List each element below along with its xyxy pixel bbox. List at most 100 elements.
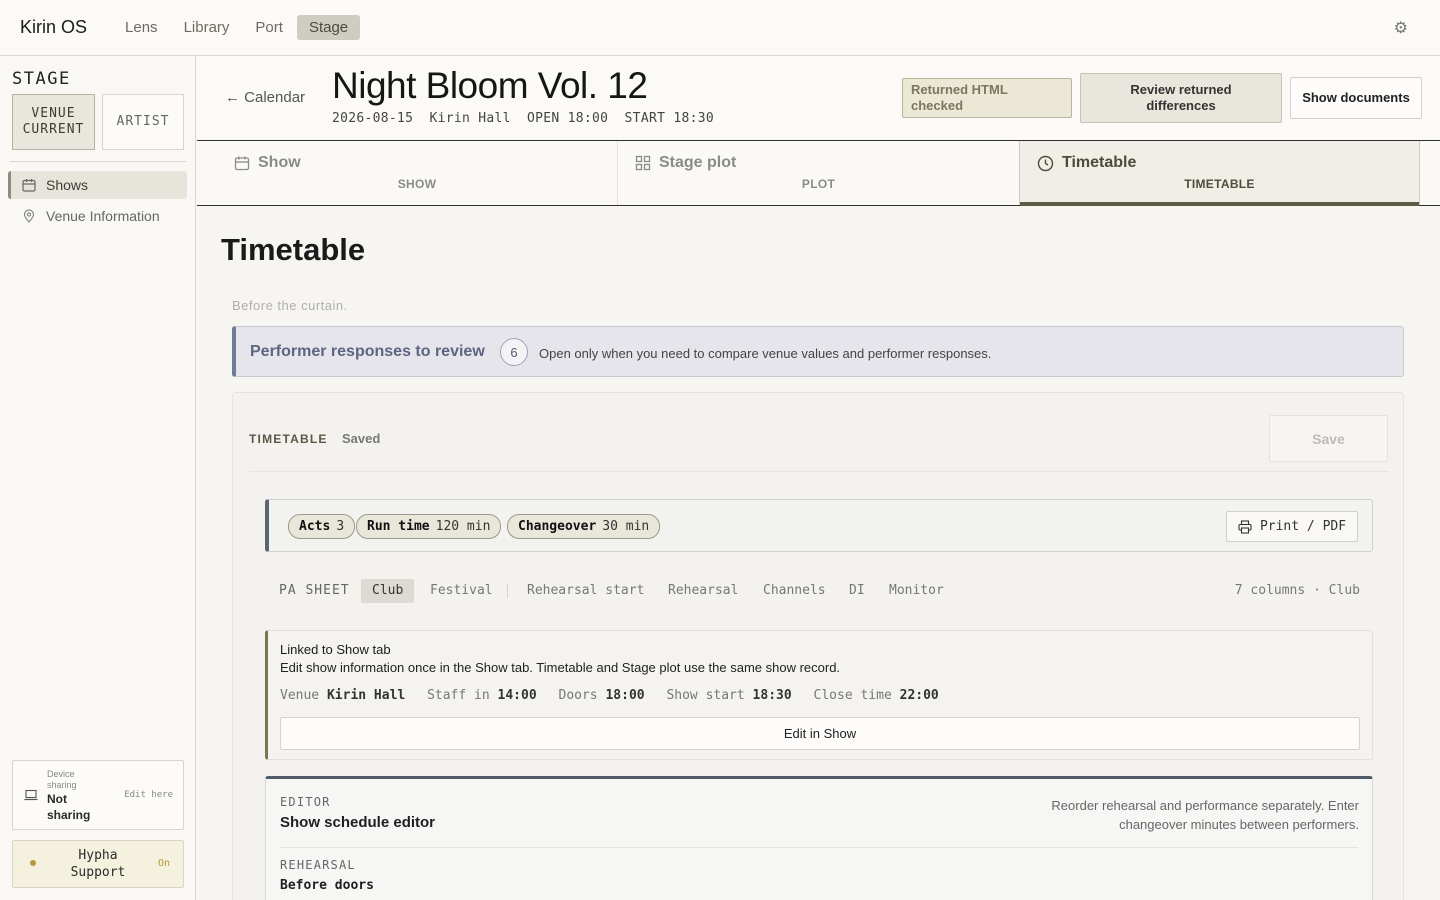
print-pdf-label: Print / PDF <box>1259 519 1347 534</box>
sidebar-divider <box>10 161 186 162</box>
sidebar-item-shows[interactable]: Shows <box>8 171 187 199</box>
show-meta: 2026-08-15 Kirin Hall OPEN 18:00 START 1… <box>332 111 714 126</box>
field-value: Kirin Hall <box>326 688 406 703</box>
calendar-icon <box>234 156 250 171</box>
run-time-chip: Run time 120 min <box>356 514 502 539</box>
field-value: 22:00 <box>899 688 939 703</box>
tab-timetable[interactable]: Timetable TIMETABLE <box>1019 141 1420 206</box>
editor-title: Show schedule editor <box>280 814 436 831</box>
device-sharing-panel[interactable]: Device sharing Not sharing Edit here <box>12 760 184 830</box>
timetable-stats-bar: Acts 3 Run time 120 min Changeover 30 min P… <box>265 499 1373 552</box>
chip-key: Acts <box>299 519 331 534</box>
field-value: 18:00 <box>605 688 645 703</box>
performer-responses-count: 6 <box>500 338 528 366</box>
sidebar-title: STAGE <box>12 69 71 89</box>
review-differences-label: Review returned differences <box>1130 82 1232 113</box>
changeover-chip: Changeover 30 min <box>507 514 661 539</box>
preset-festival[interactable]: Festival <box>430 579 493 603</box>
tab-sublabel: SHOW <box>397 177 437 191</box>
linked-title: Linked to Show tab <box>280 642 391 657</box>
back-to-calendar-link[interactable]: ← Calendar <box>225 89 305 106</box>
linked-show-card: Linked to Show tab Edit show information… <box>265 630 1373 760</box>
hypha-support-state: On <box>157 858 170 869</box>
field-key: Staff in <box>427 688 490 703</box>
returned-html-checked-badge[interactable]: Returned HTML checked <box>902 78 1072 118</box>
gear-icon[interactable]: ⚙ <box>1394 18 1408 38</box>
show-title: Night Bloom Vol. 12 <box>332 65 648 106</box>
show-header: ← Calendar Night Bloom Vol. 12 2026-08-1… <box>197 56 1440 141</box>
edit-in-show-button[interactable]: Edit in Show <box>280 717 1360 750</box>
panel-divider <box>249 471 1389 472</box>
editor-divider <box>280 847 1358 848</box>
tab-sublabel: PLOT <box>801 177 836 191</box>
nav-port[interactable]: Port <box>243 15 295 40</box>
laptop-icon <box>24 789 38 801</box>
pa-sheet-label: PA SHEET <box>279 583 350 598</box>
chip-key: Run time <box>367 519 430 534</box>
timetable-label: TIMETABLE <box>249 432 328 446</box>
sidebar-item-venue-information[interactable]: Venue Information <box>8 202 187 230</box>
sidebar-item-label: Shows <box>46 177 89 193</box>
rehearsal-title: Before doors <box>280 878 374 893</box>
chip-key: Changeover <box>518 519 597 534</box>
column-monitor[interactable]: Monitor <box>889 579 944 603</box>
save-button[interactable]: Save <box>1269 415 1388 462</box>
chip-value: 120 min <box>435 519 491 534</box>
calendar-icon <box>22 179 36 192</box>
status-dot <box>30 860 36 866</box>
editor-note: Reorder rehearsal and performance separa… <box>1051 798 1359 832</box>
linked-fields: Venue Kirin Hall Staff in 14:00 Doors 18… <box>280 688 953 703</box>
role-artist-button[interactable]: ARTIST <box>102 94 184 150</box>
review-differences-button[interactable]: Review returned differences <box>1080 73 1282 123</box>
field-key: Show start <box>666 688 745 703</box>
field-value: 14:00 <box>497 688 537 703</box>
editor-label: EDITOR <box>280 795 331 809</box>
chip-value: 30 min <box>602 519 650 534</box>
top-bar: Kirin OS Lens Library Port Stage ⚙ <box>0 0 1440 56</box>
performer-responses-title: Performer responses to review <box>250 343 485 360</box>
clock-icon <box>1037 155 1054 171</box>
tab-stage-plot[interactable]: Stage plot PLOT <box>618 141 1019 205</box>
preset-club[interactable]: Club <box>361 579 415 603</box>
role-venue-label: VENUE <box>31 106 76 121</box>
column-rehearsal-start[interactable]: Rehearsal start <box>527 579 644 603</box>
timetable-panel: TIMETABLE Saved Save Acts 3 Run time 120 m… <box>232 392 1404 900</box>
device-sharing-status: Not sharing <box>47 792 91 822</box>
column-rehearsal[interactable]: Rehearsal <box>668 579 738 603</box>
tab-sublabel: TIMETABLE <box>1184 177 1255 191</box>
hypha-support-label: Hypha Support <box>70 848 126 880</box>
app-brand[interactable]: Kirin OS <box>20 17 87 38</box>
section-tabs: Show SHOW Stage plot PLOT Timetable TIME… <box>197 141 1440 206</box>
role-venue-current: CURRENT <box>22 122 85 137</box>
field-key: Doors <box>558 688 598 703</box>
grid-icon <box>635 155 651 171</box>
performer-responses-banner[interactable]: Performer responses to review 6 Open onl… <box>232 326 1404 377</box>
field-key: Close time <box>813 688 892 703</box>
acts-chip: Acts 3 <box>288 514 356 539</box>
column-di[interactable]: DI <box>849 579 865 603</box>
nav-library[interactable]: Library <box>172 15 242 40</box>
show-documents-button[interactable]: Show documents <box>1290 77 1422 119</box>
nav-stage[interactable]: Stage <box>296 15 361 40</box>
print-pdf-button[interactable]: Print / PDF <box>1226 511 1358 542</box>
pa-summary: 7 columns · Club <box>1234 583 1360 598</box>
sidebar: STAGE VENUE CURRENT ARTIST Shows Venue I… <box>0 56 196 900</box>
hypha-support-toggle[interactable]: Hypha Support On <box>12 840 184 888</box>
tab-show[interactable]: Show SHOW <box>217 141 618 205</box>
field-key: Venue <box>280 688 320 703</box>
top-nav: Lens Library Port Stage <box>113 15 362 40</box>
device-edit-link[interactable]: Edit here <box>124 790 173 800</box>
save-status: Saved <box>342 431 381 446</box>
pa-sheet-row: PA SHEET Club Festival Rehearsal start R… <box>265 579 1373 603</box>
column-channels[interactable]: Channels <box>763 579 826 603</box>
section-caption: Before the curtain. <box>232 298 348 313</box>
chip-value: 3 <box>336 519 345 534</box>
schedule-editor: EDITOR Show schedule editor Reorder rehe… <box>265 776 1373 900</box>
role-venue-button[interactable]: VENUE CURRENT <box>12 94 95 150</box>
tab-label: Timetable <box>1062 154 1137 171</box>
device-sharing-label: Device sharing <box>47 769 77 790</box>
nav-lens[interactable]: Lens <box>113 15 170 40</box>
sidebar-item-label: Venue Information <box>46 208 160 224</box>
performer-responses-desc: Open only when you need to compare venue… <box>539 346 992 361</box>
field-value: 18:30 <box>752 688 792 703</box>
